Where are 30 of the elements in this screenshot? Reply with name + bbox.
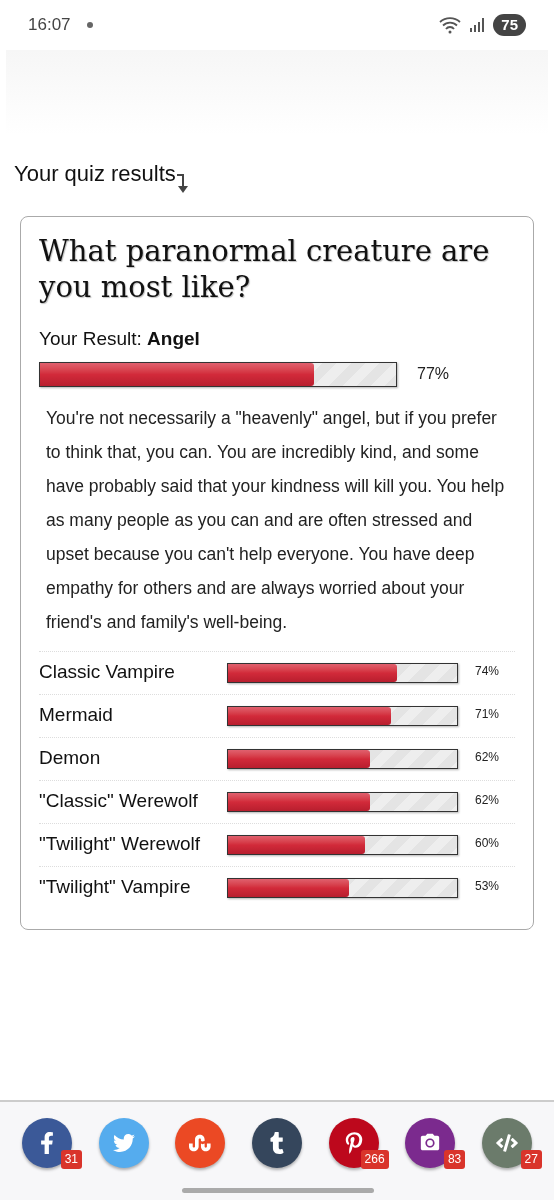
result-description: You're not necessarily a "heavenly" angel, but if you prefer to think that, you can. You are incredibly kind, and some have probably said that your kindness will kill you. You help as many people as you can and are often stressed and upset because you can't help everyone. You have deep empathy for others and are always worried about your friend's and family's well-being.	[45, 406, 506, 634]
creature-percent: 62%	[475, 748, 500, 766]
creature-name: Demon	[39, 746, 102, 771]
battery-level: 75	[493, 14, 526, 36]
code-icon	[495, 1132, 518, 1154]
share-count: 27	[520, 1150, 542, 1169]
quiz-title: What paranormal creature are you most like?	[39, 233, 491, 305]
creature-percent: 62%	[475, 791, 500, 809]
bird-icon	[112, 1132, 135, 1154]
creature-percent: 60%	[475, 834, 500, 852]
share-button[interactable]	[251, 1118, 302, 1168]
page-heading: Your quiz results	[14, 160, 176, 188]
result-percent: 77%	[417, 364, 450, 384]
creature-percent: 71%	[475, 705, 500, 723]
creature-name: "Twilight" Vampire	[39, 875, 192, 900]
creature-percent: 53%	[475, 877, 500, 895]
wifi-icon	[439, 16, 462, 34]
creature-name: Mermaid	[39, 703, 114, 728]
share-count: 31	[60, 1150, 82, 1169]
share-count: 83	[443, 1150, 466, 1169]
status-time: 16:07	[28, 14, 71, 37]
down-arrow-icon	[175, 172, 190, 194]
result-label: Your Result: Angel	[39, 327, 201, 351]
creature-name: "Twilight" Werewolf	[39, 832, 201, 857]
share-count: 266	[360, 1150, 389, 1169]
creature-name: Classic Vampire	[39, 660, 176, 685]
stumbleupon-icon	[189, 1132, 212, 1154]
creature-name: "Classic" Werewolf	[39, 789, 199, 814]
creature-percent: 74%	[475, 662, 500, 680]
signal-icon	[469, 17, 486, 33]
